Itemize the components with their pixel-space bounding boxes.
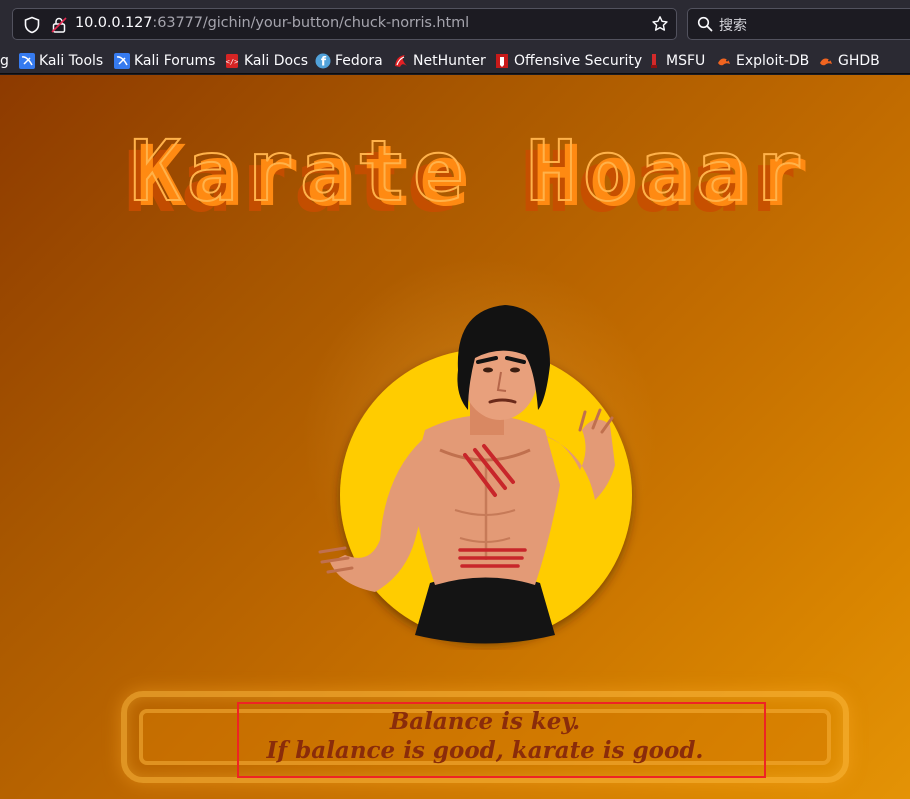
browser-toolbar: 10.0.0.127:63777/gichin/your-button/chuc… [0, 0, 910, 48]
svg-text:f: f [321, 55, 327, 69]
bookmark-kali-tools[interactable]: Kali Tools [19, 51, 103, 71]
red-highlight-box [237, 702, 766, 778]
kali-icon [19, 53, 35, 69]
search-bar[interactable]: 搜索 [687, 8, 910, 40]
bookmark-label: NetHunter [413, 53, 486, 69]
bookmark-partial[interactable]: g [0, 51, 9, 71]
svg-text:</>: </> [226, 58, 239, 66]
search-icon [697, 16, 713, 36]
bookmark-label: Kali Docs [244, 53, 309, 69]
bookmark-exploit-db[interactable]: Exploit-DB [716, 51, 809, 71]
tracking-shield-icon[interactable] [23, 16, 41, 38]
bookmark-label: Offensive Security [514, 53, 643, 69]
url-text[interactable]: 10.0.0.127:63777/gichin/your-button/chuc… [75, 15, 469, 31]
bookmarks-toolbar: g Kali Tools Kali Forums </> Kali Docs f… [0, 48, 910, 74]
insecure-lock-icon[interactable] [50, 16, 68, 38]
bookmark-label: GHDB [838, 53, 880, 69]
msfu-icon [646, 53, 662, 69]
exploitdb-icon [716, 53, 732, 69]
url-path: :63777/gichin/your-button/chuck-norris.h… [152, 15, 470, 31]
bookmark-kali-forums[interactable]: Kali Forums [114, 51, 215, 71]
bookmark-kali-docs[interactable]: </> Kali Docs [224, 51, 308, 71]
ghdb-icon [818, 53, 834, 69]
search-placeholder: 搜索 [719, 18, 747, 34]
bookmark-label: Exploit-DB [736, 53, 810, 69]
bookmark-label: Fedora [335, 53, 383, 69]
bookmark-offensive-security[interactable]: Offensive Security [494, 51, 642, 71]
kali-icon [114, 53, 130, 69]
bookmark-fedora[interactable]: f Fedora [315, 51, 383, 71]
offsec-icon [494, 53, 510, 69]
page-content: Karate Hoaar Karate Hoaar Karate Hoaar B… [0, 75, 910, 799]
martial-artist-illustration [318, 305, 632, 644]
bookmark-label: g [0, 53, 9, 69]
bookmark-nethunter[interactable]: NetHunter [393, 51, 486, 71]
page-title: Karate Hoaar Karate Hoaar Karate Hoaar [124, 121, 850, 235]
bookmark-ghdb[interactable]: GHDB [818, 51, 880, 71]
title-outline-layer: Karate Hoaar [129, 121, 809, 221]
bookmark-label: MSFU [666, 53, 706, 69]
bookmark-star-icon[interactable] [651, 15, 669, 37]
bookmark-label: Kali Forums [134, 53, 216, 69]
nethunter-icon [393, 53, 409, 69]
kali-docs-icon: </> [224, 53, 240, 69]
bookmark-label: Kali Tools [39, 53, 104, 69]
fedora-icon: f [315, 53, 331, 69]
address-bar[interactable]: 10.0.0.127:63777/gichin/your-button/chuc… [12, 8, 677, 40]
bookmark-msfu[interactable]: MSFU [646, 51, 705, 71]
url-host: 10.0.0.127 [75, 15, 153, 31]
